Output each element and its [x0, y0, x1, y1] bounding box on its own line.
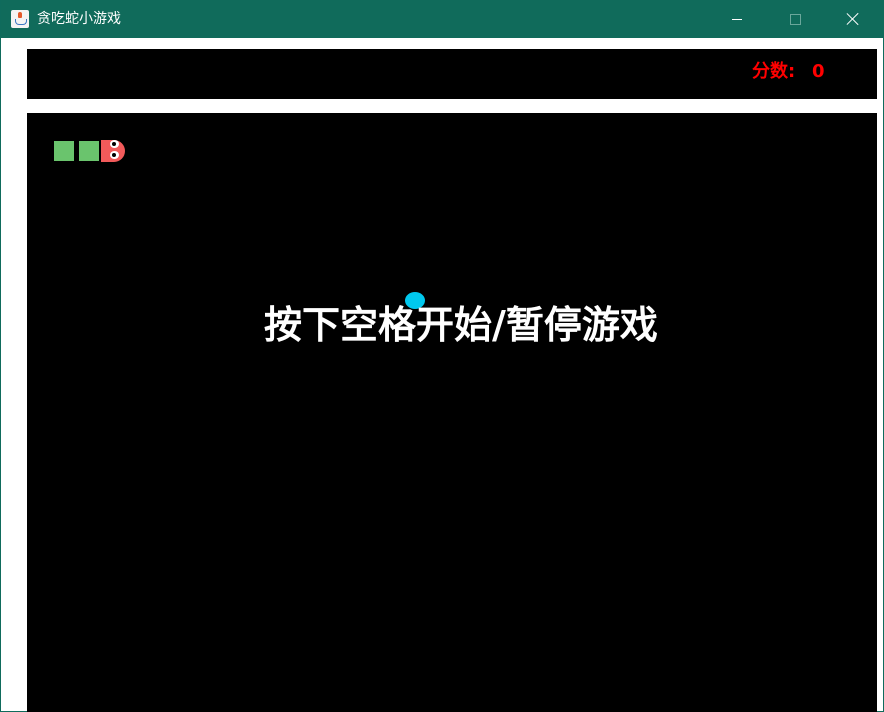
maximize-button[interactable]	[772, 0, 818, 38]
score-panel: 分数: 0	[27, 49, 877, 99]
score-label: 分数:	[752, 61, 796, 82]
game-board[interactable]: 按下空格开始/暂停游戏	[27, 113, 877, 712]
snake-eye-icon	[110, 151, 119, 159]
snake-eye-icon	[110, 140, 119, 148]
game-window: 贪吃蛇小游戏 分数: 0 按下空格开始/暂停游戏	[0, 0, 884, 712]
minimize-button[interactable]	[714, 0, 760, 38]
close-icon	[846, 12, 860, 26]
title-bar[interactable]: 贪吃蛇小游戏	[1, 0, 884, 38]
minimize-icon	[732, 18, 742, 20]
maximize-icon	[789, 13, 801, 25]
start-pause-message: 按下空格开始/暂停游戏	[264, 303, 658, 347]
score-value: 0	[812, 61, 825, 82]
snake-head	[101, 139, 127, 163]
java-icon	[11, 10, 29, 28]
snake-body-segment	[79, 141, 99, 161]
close-button[interactable]	[830, 0, 876, 38]
snake-body-segment	[54, 141, 74, 161]
window-title: 贪吃蛇小游戏	[37, 11, 121, 27]
